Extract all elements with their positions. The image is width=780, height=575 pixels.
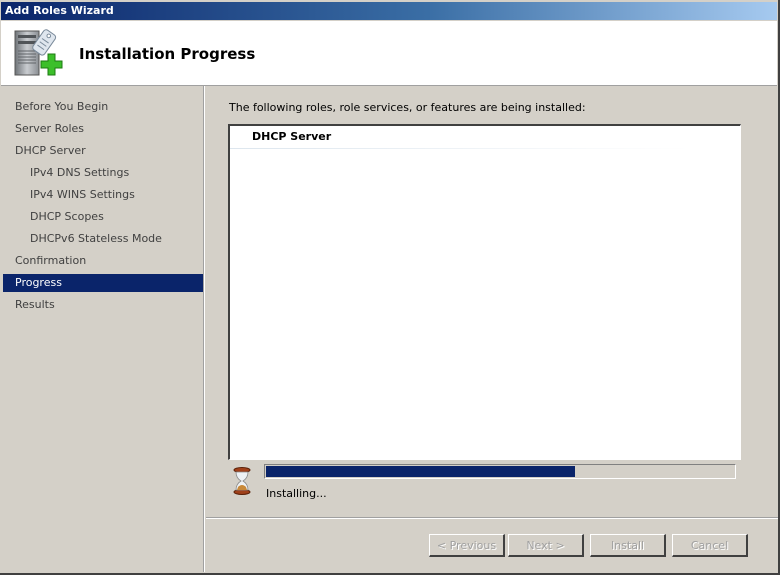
status-text: Installing... bbox=[266, 487, 327, 500]
footer-separator bbox=[206, 517, 778, 519]
nav-item-ipv4-dns-settings[interactable]: IPv4 DNS Settings bbox=[3, 164, 204, 182]
nav-item-progress[interactable]: Progress bbox=[3, 274, 204, 292]
nav-item-dhcpv6-stateless-mode[interactable]: DHCPv6 Stateless Mode bbox=[3, 230, 204, 248]
list-item: DHCP Server bbox=[252, 130, 332, 143]
hourglass-icon bbox=[233, 467, 251, 495]
title-bar: Add Roles Wizard bbox=[1, 2, 777, 20]
nav-item-results[interactable]: Results bbox=[3, 296, 204, 314]
nav-item-before-you-begin[interactable]: Before You Begin bbox=[3, 98, 204, 116]
nav-item-dhcp-scopes[interactable]: DHCP Scopes bbox=[3, 208, 204, 226]
next-button[interactable]: Next > bbox=[508, 534, 584, 557]
nav-item-server-roles[interactable]: Server Roles bbox=[3, 120, 204, 138]
list-item-separator bbox=[230, 148, 690, 149]
wizard-header: Installation Progress bbox=[1, 21, 777, 86]
page-title: Installation Progress bbox=[79, 45, 256, 63]
wizard-step-nav: Before You Begin Server Roles DHCP Serve… bbox=[1, 86, 204, 572]
server-add-role-icon bbox=[11, 25, 63, 81]
progress-bar-fill bbox=[266, 466, 575, 477]
nav-item-dhcp-server[interactable]: DHCP Server bbox=[3, 142, 204, 160]
installing-items-list[interactable]: DHCP Server bbox=[228, 124, 741, 460]
install-button[interactable]: Install bbox=[590, 534, 666, 557]
wizard-window: Add Roles Wizard Installation Progress B… bbox=[0, 0, 780, 575]
nav-item-ipv4-wins-settings[interactable]: IPv4 WINS Settings bbox=[3, 186, 204, 204]
cancel-button[interactable]: Cancel bbox=[672, 534, 748, 557]
intro-text: The following roles, role services, or f… bbox=[229, 101, 586, 114]
content-pane: The following roles, role services, or f… bbox=[206, 86, 778, 516]
previous-button[interactable]: < Previous bbox=[429, 534, 505, 557]
nav-divider bbox=[203, 86, 205, 572]
install-progress-bar bbox=[264, 464, 736, 479]
nav-item-confirmation[interactable]: Confirmation bbox=[3, 252, 204, 270]
